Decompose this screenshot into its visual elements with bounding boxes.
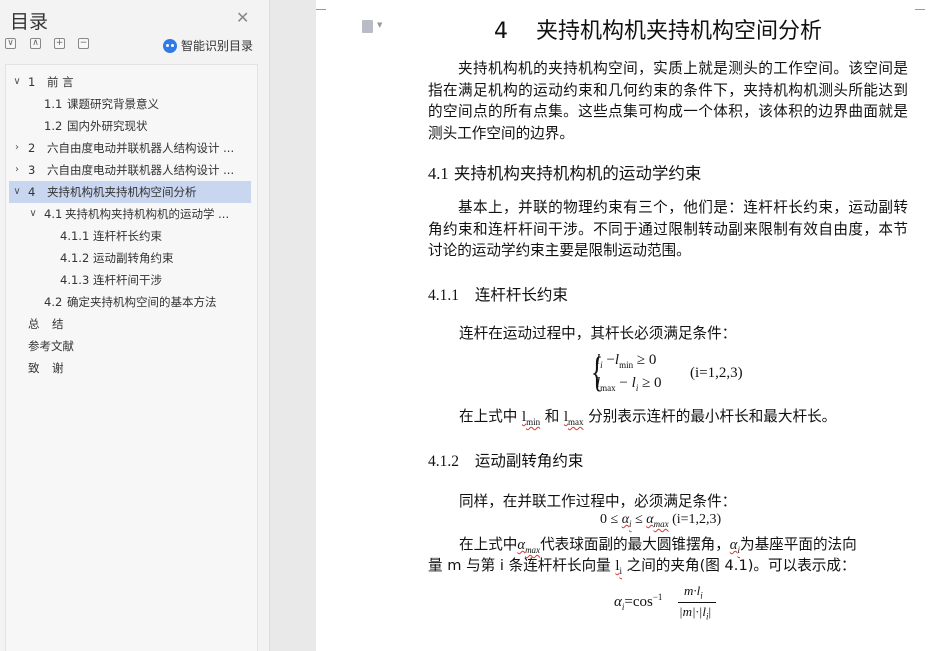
toc-item-num: 4.1.2 (60, 251, 90, 265)
page-gutter (270, 0, 316, 651)
equation-row: li −lmin ≥ 0 (596, 352, 657, 370)
body-line: 连杆在运动过程中，其杆长必须满足条件： (459, 325, 737, 342)
toc-item-num: 2 (28, 141, 36, 155)
toc-item[interactable]: ∨ 4.1 夹持机构夹持机构机的运动学 ... (6, 203, 250, 225)
toc-item-label: 六自由度电动并联机器人结构设计 ... (47, 141, 235, 155)
expand-all-icon[interactable]: ∨ (5, 38, 16, 49)
smart-toc-button[interactable]: 智能识别目录 (163, 37, 253, 54)
subsection-number: 4.1.2 (428, 453, 459, 470)
toc-item-num: 4.1.1 (60, 229, 90, 243)
toc-item[interactable]: 1.2 国内外研究现状 (6, 115, 250, 137)
chapter-heading: 4 夹持机构机夹持机构空间分析 (494, 13, 822, 45)
toc-item[interactable]: 4.2 确定夹持机构空间的基本方法 (6, 291, 250, 313)
toc-item-label: 夹持机构机夹持机构空间分析 (47, 185, 197, 199)
toc-item[interactable]: 总 结 (6, 313, 250, 335)
toc-item-label: 六自由度电动并联机器人结构设计 ... (47, 163, 235, 177)
toc-item-num: 4.2 (44, 295, 63, 309)
toc-item[interactable]: 参考文献 (6, 335, 250, 357)
section-number: 4.1 (428, 164, 449, 183)
toc-item-label: 运动副转角约束 (93, 251, 174, 265)
toc-item-active[interactable]: ∨ 4 夹持机构机夹持机构空间分析 (9, 181, 251, 203)
body-line: 在上式中 lmin 和 lmax 分别表示连杆的最小杆长和最大杆长。 (459, 408, 837, 427)
equation-inline: 0 ≤ αi ≤ αmax (i=1,2,3) (600, 512, 722, 529)
subsection-heading: 4.1.2 运动副转角约束 (428, 449, 583, 471)
toc-item-num: 1.2 (44, 119, 63, 133)
toc-item[interactable]: 1.1 课题研究背景意义 (6, 93, 250, 115)
body-line: 量 m 与第 i 条连杆杆长向量 li 之间的夹角(图 4.1)。可以表示成： (428, 557, 856, 576)
caret-down-icon[interactable]: ▼ (377, 21, 382, 29)
chevron-right-icon[interactable]: › (12, 137, 22, 159)
toc-title: 目录 (10, 11, 49, 33)
body-line: 在上式中αmax代表球面副的最大圆锥摆角，αi为基座平面的法向 (459, 536, 857, 555)
toc-item[interactable]: 4.1.2 运动副转角约束 (6, 247, 250, 269)
equation-lhs: αi=cos−1 (614, 592, 663, 612)
toc-item[interactable]: ∨ 1 前 言 (6, 71, 250, 93)
chevron-down-icon[interactable]: ∨ (28, 203, 38, 225)
subsection-heading: 4.1.1 连杆杆长约束 (428, 283, 568, 305)
section-title: 夹持机构夹持机构机的运动学约束 (453, 164, 702, 183)
toc-item[interactable]: 4.1.1 连杆杆长约束 (6, 225, 250, 247)
chevron-right-icon[interactable]: › (12, 159, 22, 181)
equation-denominator: |m|·|li| (679, 604, 712, 622)
page-corner-mark (316, 9, 326, 10)
equation-numerator: m·li (684, 583, 703, 601)
toc-item-num: 4.1.3 (60, 273, 90, 287)
equation-row: lmax − li ≥ 0 (596, 375, 662, 393)
toc-item-label: 夹持机构夹持机构机的运动学 ... (65, 207, 230, 221)
toc-list: ∨ 1 前 言 1.1 课题研究背景意义 1.2 国内外研究现状 › 2 六自由… (5, 64, 258, 651)
toc-panel: 目录 ✕ ∨ ∧ + − 智能识别目录 ∨ 1 前 言 1.1 课题研究背景意义… (0, 0, 270, 651)
toc-item-label: 谢 (52, 361, 64, 375)
subsection-number: 4.1.1 (428, 287, 459, 304)
toc-item-label: 结 (52, 317, 64, 331)
toc-item-num: 1 (28, 75, 36, 89)
toc-item-label: 确定夹持机构空间的基本方法 (67, 295, 217, 309)
toc-item[interactable]: › 2 六自由度电动并联机器人结构设计 ... (6, 137, 250, 159)
toc-item[interactable]: 致 谢 (6, 357, 250, 379)
toc-item-num: 总 (28, 317, 40, 331)
subsection-title: 连杆杆长约束 (474, 286, 568, 304)
intro-paragraph: 夹持机构机的夹持机构空间，实质上就是测头的工作空间。该空间是指在满足机构的运动约… (428, 60, 908, 142)
toc-item[interactable]: › 3 六自由度电动并联机器人结构设计 ... (6, 159, 250, 181)
robot-icon (163, 38, 177, 53)
add-heading-icon[interactable]: + (54, 38, 65, 49)
toc-item-label: 前 言 (47, 75, 74, 89)
collapse-all-icon[interactable]: ∧ (30, 38, 41, 49)
chapter-number: 4 (494, 19, 508, 44)
fraction-bar (678, 602, 716, 603)
page-corner-mark (915, 9, 925, 10)
toc-item-num: 4 (28, 185, 36, 199)
chevron-down-icon[interactable]: ∨ (12, 181, 22, 203)
smart-toc-label: 智能识别目录 (181, 39, 254, 53)
toc-item-num: 致 (28, 361, 40, 375)
toc-item-label: 课题研究背景意义 (67, 97, 159, 111)
close-icon[interactable]: ✕ (236, 8, 249, 27)
subsection-title: 运动副转角约束 (474, 452, 584, 470)
chevron-down-icon[interactable]: ∨ (12, 71, 22, 93)
section-heading: 4.1 夹持机构夹持机构机的运动学约束 (428, 160, 701, 184)
toc-item-label: 连杆杆长约束 (93, 229, 162, 243)
toc-item-label: 国内外研究现状 (67, 119, 148, 133)
toc-item[interactable]: 4.1.3 连杆杆间干涉 (6, 269, 250, 291)
equation-condition: (i=1,2,3) (690, 365, 743, 381)
section-paragraph: 基本上，并联的物理约束有三个，他们是：连杆杆长约束，运动副转角约束和连杆杆间干涉… (428, 199, 908, 259)
document-page[interactable]: ▼ 4 夹持机构机夹持机构空间分析 夹持机构机的夹持机构空间，实质上就是测头的工… (316, 0, 936, 651)
document-icon[interactable] (362, 20, 373, 33)
toc-item-label: 参考文献 (28, 339, 74, 353)
toc-item-num: 1.1 (44, 97, 63, 111)
remove-heading-icon[interactable]: − (78, 38, 89, 49)
toc-item-num: 3 (28, 163, 36, 177)
toc-item-num: 4.1 (44, 207, 63, 221)
toc-item-label: 连杆杆间干涉 (93, 273, 162, 287)
chapter-title: 夹持机构机夹持机构空间分析 (536, 19, 823, 44)
body-line: 同样，在并联工作过程中，必须满足条件： (459, 493, 737, 510)
